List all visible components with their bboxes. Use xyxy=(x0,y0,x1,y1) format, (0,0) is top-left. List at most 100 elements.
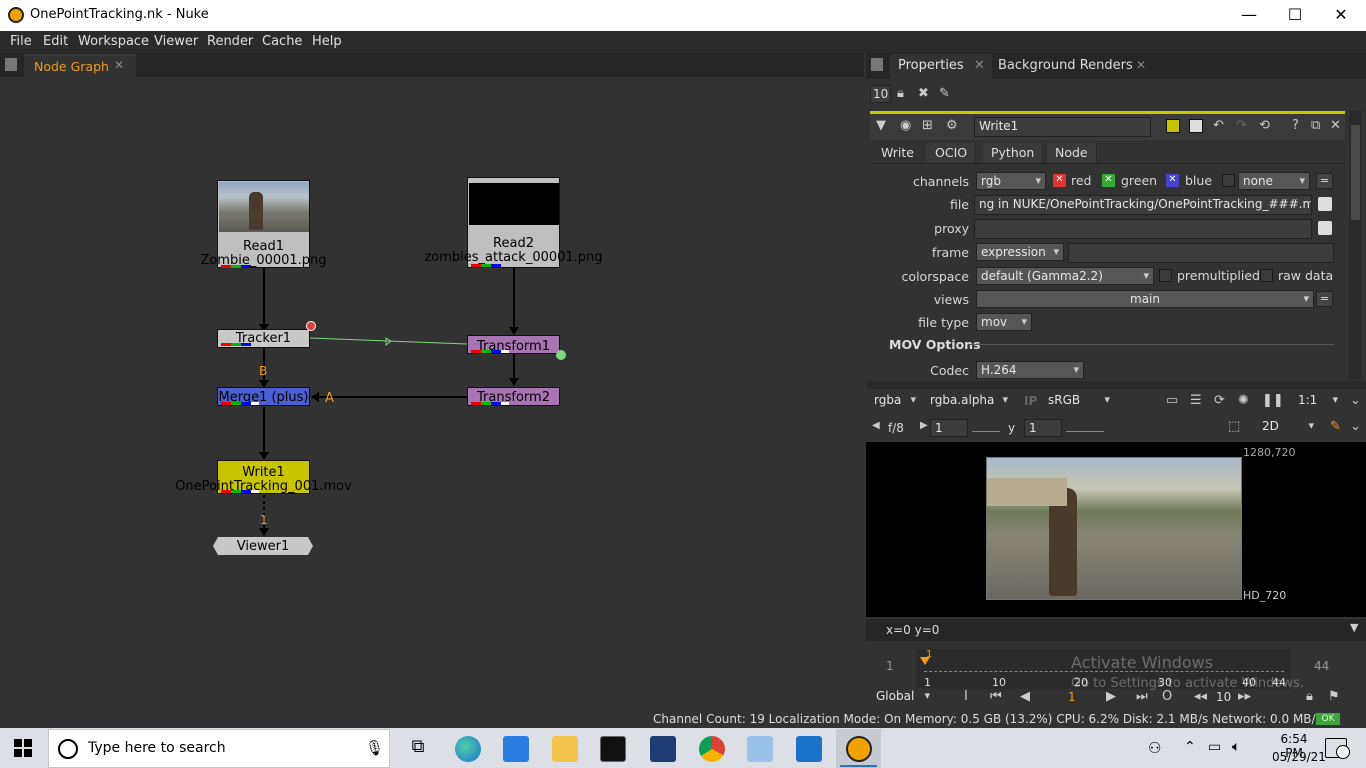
roi-icon[interactable]: ▭ xyxy=(1166,393,1178,408)
file-path-input[interactable]: ng in NUKE/OnePointTracking/OnePointTrac… xyxy=(974,195,1312,215)
minimize-button[interactable]: — xyxy=(1226,4,1272,28)
menu-edit[interactable]: Edit xyxy=(43,34,68,49)
step-forward-button[interactable]: ▸▸ xyxy=(1238,689,1251,704)
lock-icon[interactable]: 🔒︎ xyxy=(897,86,904,101)
node-viewer1[interactable]: Viewer1 xyxy=(213,537,313,555)
viewer-mode-dropdown[interactable]: 2D xyxy=(1258,418,1318,436)
blue-channel-checkbox[interactable]: ✕ xyxy=(1166,174,1179,187)
red-channel-checkbox[interactable]: ✕ xyxy=(1053,174,1066,187)
frame-increment[interactable]: 10 xyxy=(1216,690,1231,704)
refresh-icon[interactable]: ⟳ xyxy=(1214,393,1225,408)
tab-node-graph[interactable]: Node Graph ✕ xyxy=(24,54,136,77)
maximize-button[interactable]: ☐ xyxy=(1272,4,1318,28)
subtab-ocio[interactable]: OCIO xyxy=(927,143,977,163)
input-icon[interactable]: ⊞ xyxy=(922,118,933,133)
chrome-icon[interactable] xyxy=(699,736,725,762)
close-button[interactable]: ✕ xyxy=(1318,4,1364,28)
terminal-icon[interactable] xyxy=(600,736,626,762)
step-back-button[interactable]: ◂◂ xyxy=(1194,689,1207,704)
menu-cache[interactable]: Cache xyxy=(262,34,302,49)
raw-data-checkbox[interactable] xyxy=(1260,269,1273,282)
photos-icon[interactable] xyxy=(796,736,822,762)
paint-icon[interactable]: ✎ xyxy=(1330,419,1341,434)
fstop-left-arrow[interactable]: ◀ xyxy=(872,420,880,431)
file-type-dropdown[interactable]: mov xyxy=(976,313,1032,331)
windows-start-icon[interactable] xyxy=(14,739,32,757)
gl-color-button[interactable] xyxy=(1189,119,1203,133)
play-backward-button[interactable]: ◀ xyxy=(1020,689,1030,704)
panel-menu-icon[interactable] xyxy=(5,58,17,71)
proxy-toggle-icon[interactable]: ✺ xyxy=(1238,393,1249,408)
node-name-input[interactable]: Write1 xyxy=(974,117,1151,137)
timeline-in-point[interactable]: 1 xyxy=(886,659,894,673)
region-icon[interactable]: ⬚ xyxy=(1228,419,1240,434)
float-icon[interactable]: ⧉ xyxy=(1311,118,1320,133)
prev-keyframe-button[interactable]: ⏮ xyxy=(990,689,1002,704)
range-mode-dropdown[interactable]: Global xyxy=(872,688,934,706)
gain-input[interactable]: 1 xyxy=(930,419,968,437)
current-frame-input[interactable]: 1 xyxy=(1068,690,1076,704)
gamma-slider[interactable] xyxy=(1066,422,1104,432)
speaker-icon[interactable]: 🔈︎ xyxy=(1232,739,1240,755)
proxy-input[interactable] xyxy=(974,219,1312,239)
extra-channel-checkbox[interactable] xyxy=(1222,174,1235,187)
views-dropdown[interactable]: main xyxy=(976,290,1314,308)
codec-dropdown[interactable]: H.264 xyxy=(976,361,1084,379)
wipe-icon[interactable]: ☰ xyxy=(1190,393,1202,408)
menu-file[interactable]: File xyxy=(10,34,32,49)
close-icon[interactable]: ✕ xyxy=(1330,118,1341,133)
revert-icon[interactable]: ⟲ xyxy=(1259,118,1270,133)
out-point-button[interactable]: O xyxy=(1162,689,1172,704)
tray-chevron-icon[interactable]: ⌃ xyxy=(1184,739,1196,755)
fstop-right-arrow[interactable]: ▶ xyxy=(920,420,928,431)
colorspace-dropdown[interactable]: default (Gamma2.2) xyxy=(976,267,1154,285)
info-expand-icon[interactable]: ▼ xyxy=(1350,621,1358,634)
timeline-out-point[interactable]: 44 xyxy=(1314,659,1329,673)
node-transform1[interactable]: Transform1 xyxy=(467,335,560,354)
panel-menu-icon[interactable] xyxy=(871,58,883,71)
pause-icon[interactable]: ❚❚ xyxy=(1262,393,1284,408)
edge-browser-icon[interactable] xyxy=(455,736,481,762)
views-link-icon[interactable]: = xyxy=(1316,291,1333,307)
gain-slider[interactable] xyxy=(972,422,1000,432)
channels-dropdown[interactable]: rgb xyxy=(976,172,1046,190)
help-icon[interactable]: ? xyxy=(1292,118,1299,133)
extra-channel-dropdown[interactable]: none xyxy=(1238,172,1310,190)
green-channel-checkbox[interactable]: ✕ xyxy=(1102,174,1115,187)
collapse-icon[interactable]: ▼ xyxy=(876,118,886,133)
expand-icon[interactable]: ⌄ xyxy=(1350,419,1361,434)
playback-options-icon[interactable]: ⚑ xyxy=(1328,689,1340,704)
folder-browse-icon[interactable] xyxy=(1318,197,1332,211)
next-keyframe-button[interactable]: ⏭ xyxy=(1136,689,1148,704)
powershell-icon[interactable] xyxy=(650,736,676,762)
people-icon[interactable]: ⚇ xyxy=(1148,739,1161,757)
notification-icon[interactable]: 2 xyxy=(1325,738,1350,759)
premultiplied-checkbox[interactable] xyxy=(1159,269,1172,282)
taskbar-search-box[interactable]: Type here to search 🎙︎ xyxy=(48,729,390,768)
center-node-icon[interactable]: ◉ xyxy=(900,118,911,133)
viewer-zoom-dropdown[interactable]: 1:1 xyxy=(1294,392,1342,410)
link-icon[interactable]: = xyxy=(1316,173,1333,189)
subtab-node[interactable]: Node xyxy=(1047,143,1097,163)
input-process-button[interactable]: IP xyxy=(1024,394,1037,408)
play-forward-button[interactable]: ▶ xyxy=(1106,689,1116,704)
store-icon[interactable] xyxy=(503,736,529,762)
close-tab-icon[interactable]: ✕ xyxy=(1136,58,1146,72)
app-icon[interactable] xyxy=(747,736,773,762)
task-view-icon[interactable]: ⧉ xyxy=(405,736,431,762)
settings-icon[interactable]: ⚙ xyxy=(946,118,958,133)
subtab-write[interactable]: Write xyxy=(873,143,924,163)
expand-icon[interactable]: ⌄ xyxy=(1350,393,1361,408)
viewer-alpha-dropdown[interactable]: rgba.alpha xyxy=(926,392,1012,410)
folder-browse-icon[interactable] xyxy=(1318,221,1332,235)
viewer-channels-dropdown[interactable]: rgba xyxy=(870,392,920,410)
file-explorer-icon[interactable] xyxy=(552,736,578,762)
node-transform2[interactable]: Transform2 xyxy=(467,387,560,406)
menu-help[interactable]: Help xyxy=(312,34,342,49)
close-tab-icon[interactable]: ✕ xyxy=(974,58,985,73)
redo-icon[interactable]: ↷ xyxy=(1236,118,1247,133)
battery-icon[interactable]: ▭ xyxy=(1208,739,1221,755)
properties-scrollbar[interactable] xyxy=(1349,111,1362,379)
viewer-lut-dropdown[interactable]: sRGB xyxy=(1044,392,1114,410)
clear-panels-icon[interactable]: ✖ xyxy=(918,86,929,101)
